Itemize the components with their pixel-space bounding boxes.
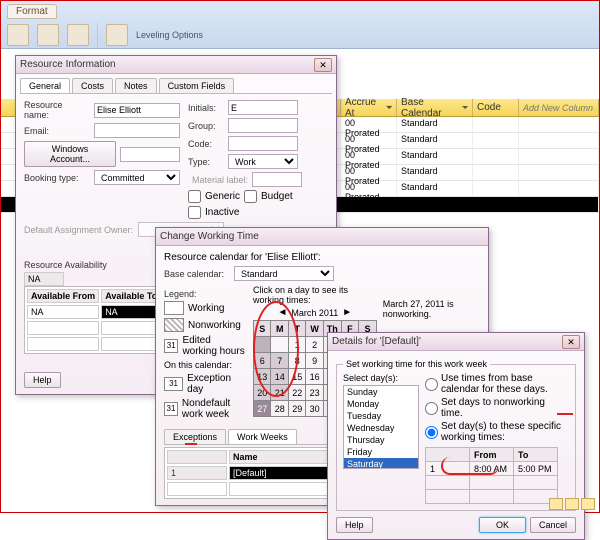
type-label: Type:	[188, 157, 224, 167]
dao-label: Default Assignment Owner:	[24, 225, 134, 235]
initials-field[interactable]	[228, 100, 298, 115]
matlabel: Material label:	[188, 175, 248, 185]
close-icon[interactable]: ✕	[314, 58, 332, 72]
generic-label: Generic	[205, 191, 240, 202]
tab-exceptions[interactable]: Exceptions	[164, 429, 226, 444]
ribbon-icon[interactable]	[67, 24, 89, 46]
type-select[interactable]: Work	[228, 154, 298, 169]
dialog-title: Resource Information	[20, 59, 116, 70]
help-button[interactable]: Help	[336, 517, 373, 533]
tab-costs[interactable]: Costs	[72, 78, 113, 93]
booking-label: Booking type:	[24, 173, 90, 183]
col-accrue[interactable]: Accrue At	[341, 99, 397, 116]
email-label: Email:	[24, 126, 90, 136]
cancel-button[interactable]: Cancel	[530, 517, 576, 533]
rescal-label: Resource calendar for 'Elise Elliott':	[164, 252, 480, 263]
generic-check[interactable]	[188, 190, 201, 203]
dialog-title: Details for '[Default]'	[332, 336, 421, 347]
ribbon-tab-format[interactable]: Format	[7, 4, 57, 19]
na-cell: NA	[24, 272, 64, 286]
leveling-options-icon[interactable]	[106, 24, 128, 46]
col-code[interactable]: Code	[473, 99, 519, 116]
radio-base-label: Use times from base calendar for these d…	[441, 373, 569, 395]
tab-general[interactable]: General	[20, 78, 70, 93]
click-label: Click on a day to see its working times:	[253, 285, 377, 305]
ribbon-icon[interactable]	[37, 24, 59, 46]
time-grid[interactable]: FromTo 18:00 AM5:00 PM	[425, 447, 558, 504]
close-icon[interactable]: ✕	[562, 335, 580, 349]
month-label: March 2011	[291, 308, 338, 318]
email-field[interactable]	[94, 123, 180, 138]
view-icon[interactable]	[549, 498, 563, 510]
winacct-field[interactable]	[120, 147, 180, 162]
radio-specific[interactable]	[425, 426, 438, 439]
col-basecal[interactable]: Base Calendar	[397, 99, 473, 116]
budget-check[interactable]	[244, 190, 257, 203]
dialog-title: Change Working Time	[160, 231, 259, 242]
inactive-label: Inactive	[205, 207, 239, 218]
ribbon-icon[interactable]	[7, 24, 29, 46]
ok-button[interactable]: OK	[479, 517, 526, 533]
col-addnew[interactable]: Add New Column	[519, 99, 599, 116]
budget-label: Budget	[261, 191, 293, 202]
day-list[interactable]: SundayMondayTuesdayWednesdayThursdayFrid…	[343, 385, 419, 469]
radio-nonworking-label: Set days to nonworking time.	[441, 397, 569, 419]
radio-nonworking[interactable]	[425, 402, 438, 415]
fieldset-legend: Set working time for this work week	[343, 359, 490, 369]
matlabel-field	[252, 172, 302, 187]
radio-specific-label: Set day(s) to these specific working tim…	[441, 421, 569, 443]
code-label: Code:	[188, 139, 224, 149]
name-label: Resource name:	[24, 100, 90, 120]
leg-onthis: On this calendar:	[164, 360, 247, 370]
tab-workweeks[interactable]: Work Weeks	[228, 429, 297, 444]
booking-select[interactable]: Committed	[94, 170, 180, 185]
leveling-options-label: Leveling Options	[136, 30, 203, 40]
windows-account-button[interactable]: Windows Account...	[24, 141, 116, 167]
code-field[interactable]	[228, 136, 298, 151]
inactive-check[interactable]	[188, 206, 201, 219]
next-month-icon[interactable]: ►	[342, 307, 352, 318]
prev-month-icon[interactable]: ◄	[278, 307, 288, 318]
radio-base[interactable]	[425, 378, 438, 391]
leg-nonworking: Nonworking	[188, 320, 241, 331]
details-dialog: Details for '[Default]' ✕ Set working ti…	[327, 332, 585, 540]
help-button[interactable]: Help	[24, 372, 61, 388]
basecal-select[interactable]: Standard	[234, 266, 334, 281]
ribbon: Format Leveling Options	[1, 1, 599, 49]
selectdays-label: Select day(s):	[343, 373, 419, 383]
resource-name-field[interactable]	[94, 103, 180, 118]
statusbar	[549, 498, 595, 510]
tab-notes[interactable]: Notes	[115, 78, 157, 93]
leg-edited: Edited working hours	[182, 335, 247, 357]
view-icon[interactable]	[581, 498, 595, 510]
view-icon[interactable]	[565, 498, 579, 510]
initials-label: Initials:	[188, 103, 224, 113]
tab-custom[interactable]: Custom Fields	[159, 78, 235, 93]
leg-nondefault: Nondefault work week	[182, 398, 247, 420]
legend-label: Legend:	[164, 289, 247, 299]
basecal-label: Base calendar:	[164, 269, 230, 279]
group-field[interactable]	[228, 118, 298, 133]
leg-exception: Exception day	[187, 373, 247, 395]
group-label: Group:	[188, 121, 224, 131]
leg-working: Working	[188, 303, 225, 314]
